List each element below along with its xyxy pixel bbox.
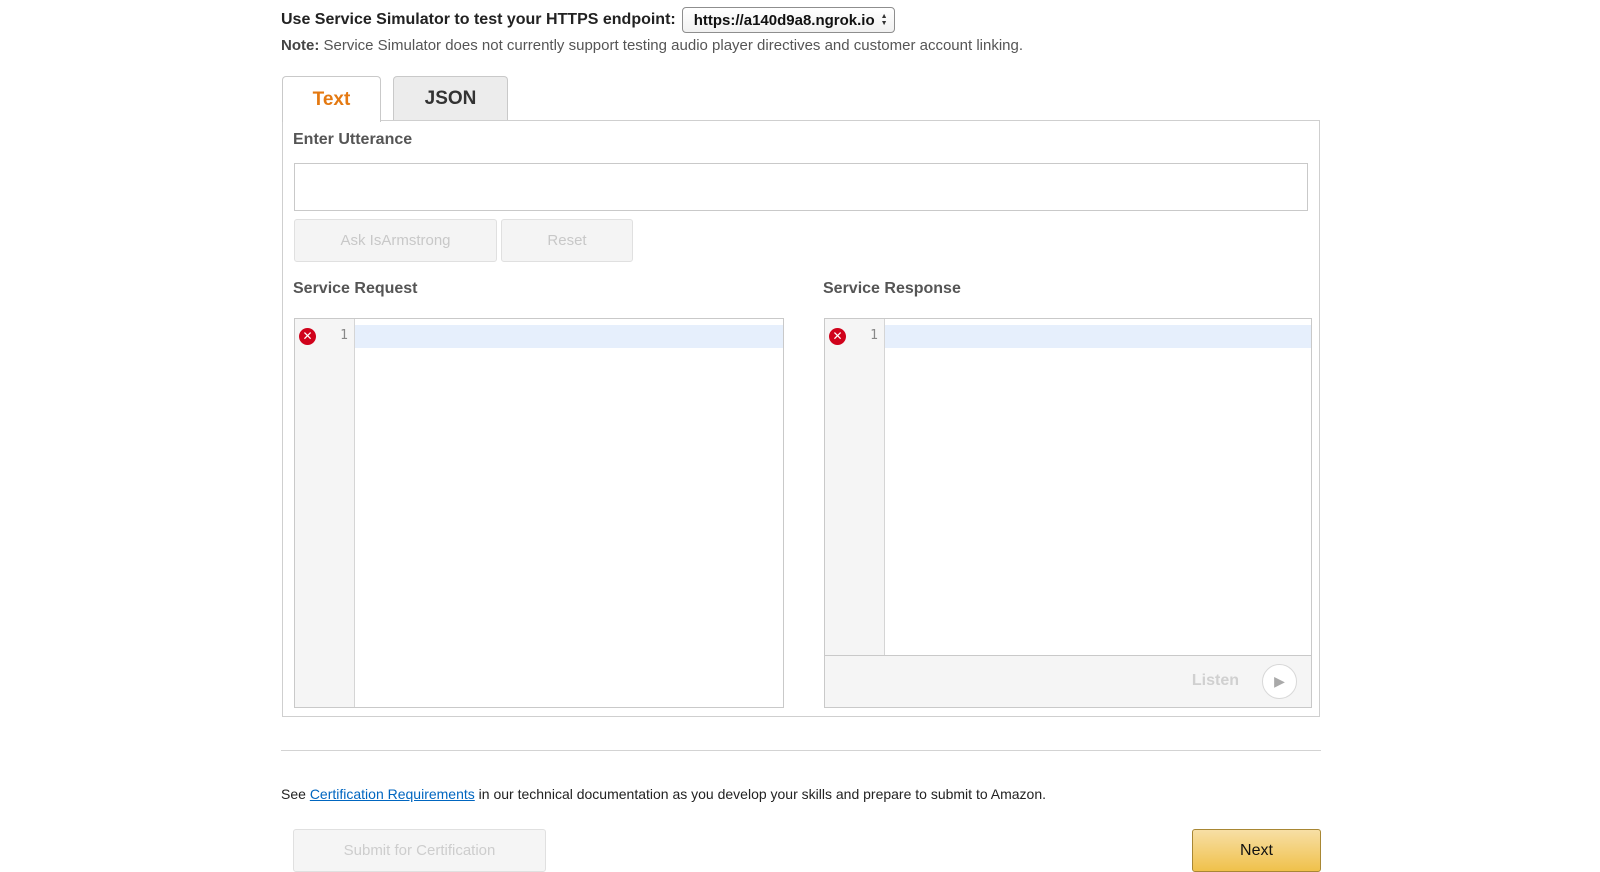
error-icon: ✕ xyxy=(299,328,316,345)
service-request-label: Service Request xyxy=(293,280,418,297)
note-prefix: Note: xyxy=(281,37,320,54)
certification-requirements-link[interactable]: Certification Requirements xyxy=(310,786,475,802)
tab-json[interactable]: JSON xyxy=(393,76,508,121)
request-gutter: ✕ 1 xyxy=(295,319,355,707)
reset-button[interactable]: Reset xyxy=(501,219,633,262)
cert-prefix: See xyxy=(281,786,310,802)
select-arrows-icon: ▲ ▼ xyxy=(880,13,888,27)
listen-bar: Listen ▶ xyxy=(824,655,1312,708)
listen-label: Listen xyxy=(1191,672,1239,689)
endpoint-row: Use Service Simulator to test your HTTPS… xyxy=(281,7,895,33)
endpoint-selected-value: https://a140d9a8.ngrok.io xyxy=(693,11,875,29)
note-text: Note: Service Simulator does not current… xyxy=(281,37,1023,54)
service-response-label: Service Response xyxy=(823,280,961,297)
play-icon[interactable]: ▶ xyxy=(1262,664,1297,699)
note-body: Service Simulator does not currently sup… xyxy=(319,37,1024,54)
active-line-highlight xyxy=(885,325,1311,348)
response-gutter: ✕ 1 xyxy=(825,319,885,655)
enter-utterance-label: Enter Utterance xyxy=(293,131,413,148)
endpoint-label: Use Service Simulator to test your HTTPS… xyxy=(281,11,676,28)
submit-for-certification-button[interactable]: Submit for Certification xyxy=(293,829,546,872)
active-line-highlight xyxy=(355,325,783,348)
utterance-input[interactable] xyxy=(294,163,1308,211)
cert-suffix: in our technical documentation as you de… xyxy=(474,786,1046,802)
next-button[interactable]: Next xyxy=(1192,829,1321,872)
line-number: 1 xyxy=(340,328,348,343)
endpoint-select[interactable]: https://a140d9a8.ngrok.io ▲ ▼ xyxy=(681,7,895,33)
service-response-editor[interactable]: ✕ 1 xyxy=(824,318,1312,656)
certification-text: See Certification Requirements in our te… xyxy=(281,786,1046,802)
service-request-editor[interactable]: ✕ 1 xyxy=(294,318,784,708)
simulator-panel: Enter Utterance Ask IsArmstrong Reset Se… xyxy=(282,120,1320,717)
tab-text[interactable]: Text xyxy=(282,76,381,122)
ask-button[interactable]: Ask IsArmstrong xyxy=(294,219,497,262)
line-number: 1 xyxy=(870,328,878,343)
error-icon: ✕ xyxy=(829,328,846,345)
divider xyxy=(281,750,1321,751)
